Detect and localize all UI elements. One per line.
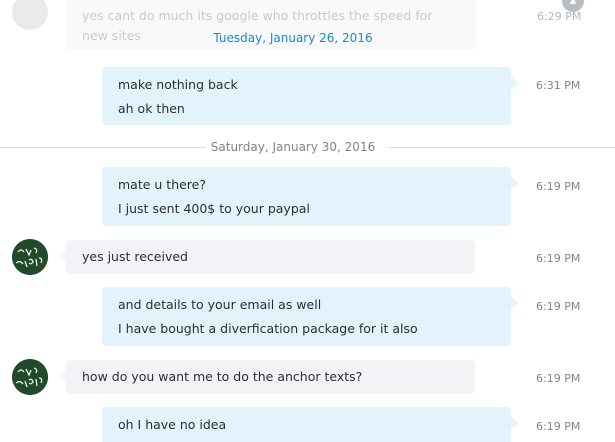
message-time: 6:19 PM bbox=[536, 420, 581, 433]
message-bubble-outgoing: oh I have no idea bbox=[102, 407, 518, 442]
message-text: yes just received bbox=[82, 249, 188, 264]
avatar bbox=[12, 0, 48, 30]
message-text: I just sent 400$ to your paypal bbox=[118, 201, 310, 216]
message-time: 6:29 PM bbox=[537, 10, 582, 23]
message-text: how do you want me to do the anchor text… bbox=[82, 369, 363, 384]
date-separator: Saturday, January 30, 2016 bbox=[0, 139, 615, 155]
floating-date-header: Tuesday, January 26, 2016 bbox=[213, 31, 373, 45]
separator-line bbox=[389, 147, 615, 148]
message-time: 6:19 PM bbox=[536, 180, 581, 193]
chat-history[interactable]: yes cant do much its google who throttle… bbox=[0, 0, 615, 442]
message-text: and details to your email as well bbox=[118, 297, 322, 312]
message-time: 6:31 PM bbox=[536, 79, 581, 92]
chalkboard-avatar-icon bbox=[12, 359, 48, 395]
message-text: oh I have no idea bbox=[118, 417, 227, 432]
message-bubble-incoming: how do you want me to do the anchor text… bbox=[59, 360, 475, 394]
message-bubble-incoming: yes just received bbox=[59, 240, 475, 274]
chalkboard-avatar-icon bbox=[12, 239, 48, 275]
message-time: 6:19 PM bbox=[536, 252, 581, 265]
message-text: mate u there? bbox=[118, 177, 207, 192]
avatar[interactable] bbox=[12, 239, 48, 275]
message-text: I have bought a diverfication package fo… bbox=[118, 321, 418, 336]
message-bubble-outgoing: mate u there? I just sent 400$ to your p… bbox=[102, 167, 518, 226]
message-bubble-outgoing: and details to your email as well I have… bbox=[102, 287, 518, 346]
message-text: ah ok then bbox=[118, 101, 185, 116]
message-text: make nothing back bbox=[118, 77, 238, 92]
chevron-up-icon: ▴ bbox=[569, 0, 577, 8]
message-time: 6:19 PM bbox=[536, 300, 581, 313]
message-time: 6:19 PM bbox=[536, 372, 581, 385]
avatar[interactable] bbox=[12, 359, 48, 395]
message-bubble-outgoing: make nothing back ah ok then bbox=[102, 67, 518, 125]
